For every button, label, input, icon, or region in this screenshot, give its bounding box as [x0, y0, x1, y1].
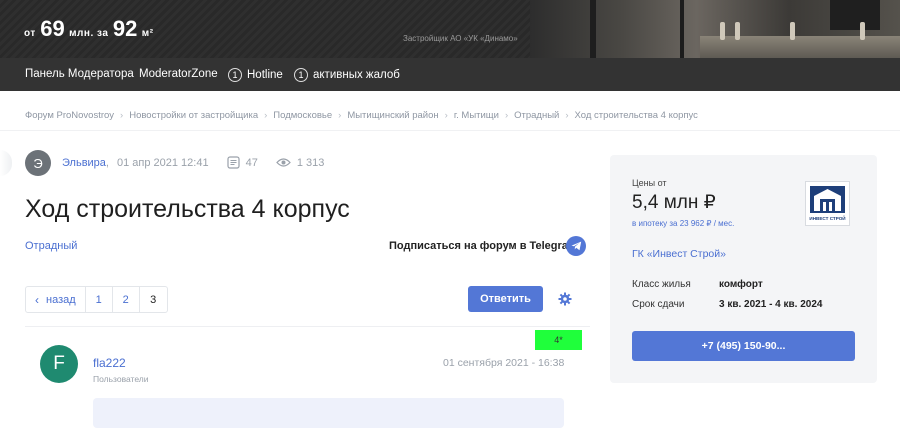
telegram-subscribe-text[interactable]: Подписаться на форум в Telegram	[389, 240, 578, 252]
price-value: 5,4 млн ₽	[632, 192, 716, 213]
topic-tag[interactable]: Отрадный	[25, 240, 77, 252]
post-date: 01 сентября 2021 - 16:38	[443, 357, 565, 369]
hotline-link[interactable]: 1 Hotline	[228, 68, 283, 82]
hotline-count: 1	[228, 68, 242, 82]
developer-logo[interactable]: ИНВЕСТ СТРОЙ	[805, 181, 850, 226]
banner-photo	[530, 0, 900, 58]
comments-icon	[226, 156, 240, 169]
complex-info-card: Цены от 5,4 млн ₽ в ипотеку за 23 962 ₽ …	[610, 155, 877, 383]
class-label: Класс жилья	[632, 279, 691, 290]
breadcrumb: Форум ProNovostroy › Новостройки от застр…	[25, 110, 698, 121]
developer-link[interactable]: ГК «Инвест Строй»	[632, 248, 726, 260]
pagination-back[interactable]: ‹ назад	[26, 287, 86, 312]
topic-date: 01 апр 2021 12:41	[116, 156, 209, 169]
mortgage-link[interactable]: в ипотеку за 23 962 ₽ / мес.	[632, 219, 734, 228]
divider	[25, 326, 590, 327]
complaints-count: 1	[294, 68, 308, 82]
author-name[interactable]: Эльвира	[62, 157, 106, 169]
telegram-button[interactable]	[566, 236, 586, 256]
reply-button[interactable]: Ответить	[468, 286, 543, 312]
pagination-page-active[interactable]: 3	[140, 287, 167, 312]
banner-price: от 69 млн. за 92 м²	[24, 16, 154, 41]
breadcrumb-item[interactable]: Новостройки от застройщика	[129, 110, 258, 121]
divider	[0, 130, 900, 131]
chevron-left-icon: ‹	[35, 292, 39, 307]
topic-meta: Эльвира, 01 апр 2021 12:41 47 1 313	[62, 156, 325, 169]
avatar-shadow	[0, 150, 12, 176]
breadcrumb-item[interactable]: г. Мытищи	[454, 110, 499, 121]
pagination-page[interactable]: 2	[113, 287, 140, 312]
post-username[interactable]: fla222	[93, 356, 126, 370]
banner-developer: Застройщик АО «УК «Динамо»	[403, 34, 518, 43]
author-avatar[interactable]: Э	[25, 150, 51, 176]
complaints-link[interactable]: 1 активных жалоб	[294, 68, 400, 82]
posts-count: 47	[226, 156, 258, 169]
class-value: комфорт	[719, 279, 763, 290]
moderator-zone-link[interactable]: ModeratorZone	[139, 68, 218, 80]
deadline-label: Срок сдачи	[632, 299, 685, 310]
price-label: Цены от	[632, 178, 667, 188]
post-user-role: Пользователи	[93, 374, 149, 384]
logo-icon: ИНВЕСТ СТРОЙ	[809, 186, 846, 221]
svg-text:ИНВЕСТ СТРОЙ: ИНВЕСТ СТРОЙ	[809, 214, 845, 221]
phone-button[interactable]: +7 (495) 150-90...	[632, 331, 855, 361]
post-avatar[interactable]: F	[40, 345, 78, 383]
eye-icon	[276, 158, 291, 167]
views-count: 1 313	[276, 157, 324, 169]
promo-banner[interactable]: от 69 млн. за 92 м² Застройщик АО «УК «Д…	[0, 0, 900, 58]
deadline-value: 3 кв. 2021 - 4 кв. 2024	[719, 299, 823, 310]
breadcrumb-item[interactable]: Форум ProNovostroy	[25, 110, 114, 121]
breadcrumb-current: Ход строительства 4 корпус	[574, 110, 698, 121]
moderator-panel-link[interactable]: Панель Модератора	[25, 68, 134, 80]
breadcrumb-item[interactable]: Отрадный	[514, 110, 559, 121]
breadcrumb-item[interactable]: Мытищинский район	[347, 110, 438, 121]
moderator-bar: Панель Модератора ModeratorZone 1 Hotlin…	[0, 58, 900, 91]
page-title: Ход строительства 4 корпус	[25, 195, 350, 223]
gear-icon[interactable]	[558, 292, 572, 306]
breadcrumb-item[interactable]: Подмосковье	[273, 110, 332, 121]
pagination-page[interactable]: 1	[86, 287, 113, 312]
post-quote	[93, 398, 564, 428]
pagination: ‹ назад 1 2 3	[25, 286, 168, 313]
status-badge: 4*	[535, 330, 582, 350]
telegram-icon	[571, 241, 581, 251]
